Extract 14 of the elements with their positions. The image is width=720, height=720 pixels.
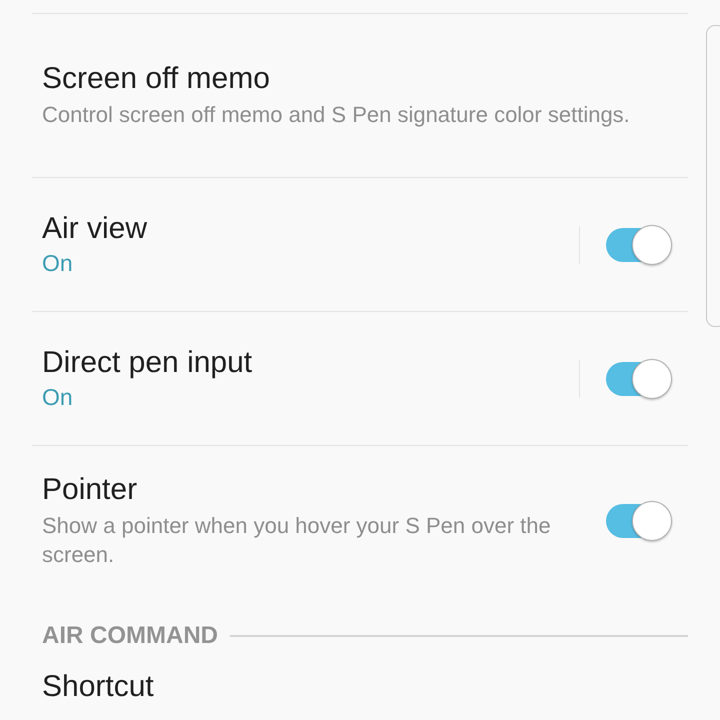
section-header: AIR COMMAND [42,622,218,650]
setting-title: Shortcut [42,670,154,704]
setting-title: Pointer [42,473,138,507]
setting-title: Screen off memo [42,62,270,96]
setting-status: On [42,384,73,411]
toggle-switch[interactable] [606,224,672,264]
setting-title: Air view [42,212,148,246]
toggle-switch[interactable] [606,358,672,398]
setting-description: Show a pointer when you hover your S Pen over the screen. [42,512,552,569]
setting-status: On [42,250,73,277]
toggle-switch[interactable] [606,501,672,541]
scroll-handle[interactable] [706,25,720,327]
setting-title: Direct pen input [42,346,252,380]
setting-description: Control screen off memo and S Pen signature color settings. [42,101,630,129]
